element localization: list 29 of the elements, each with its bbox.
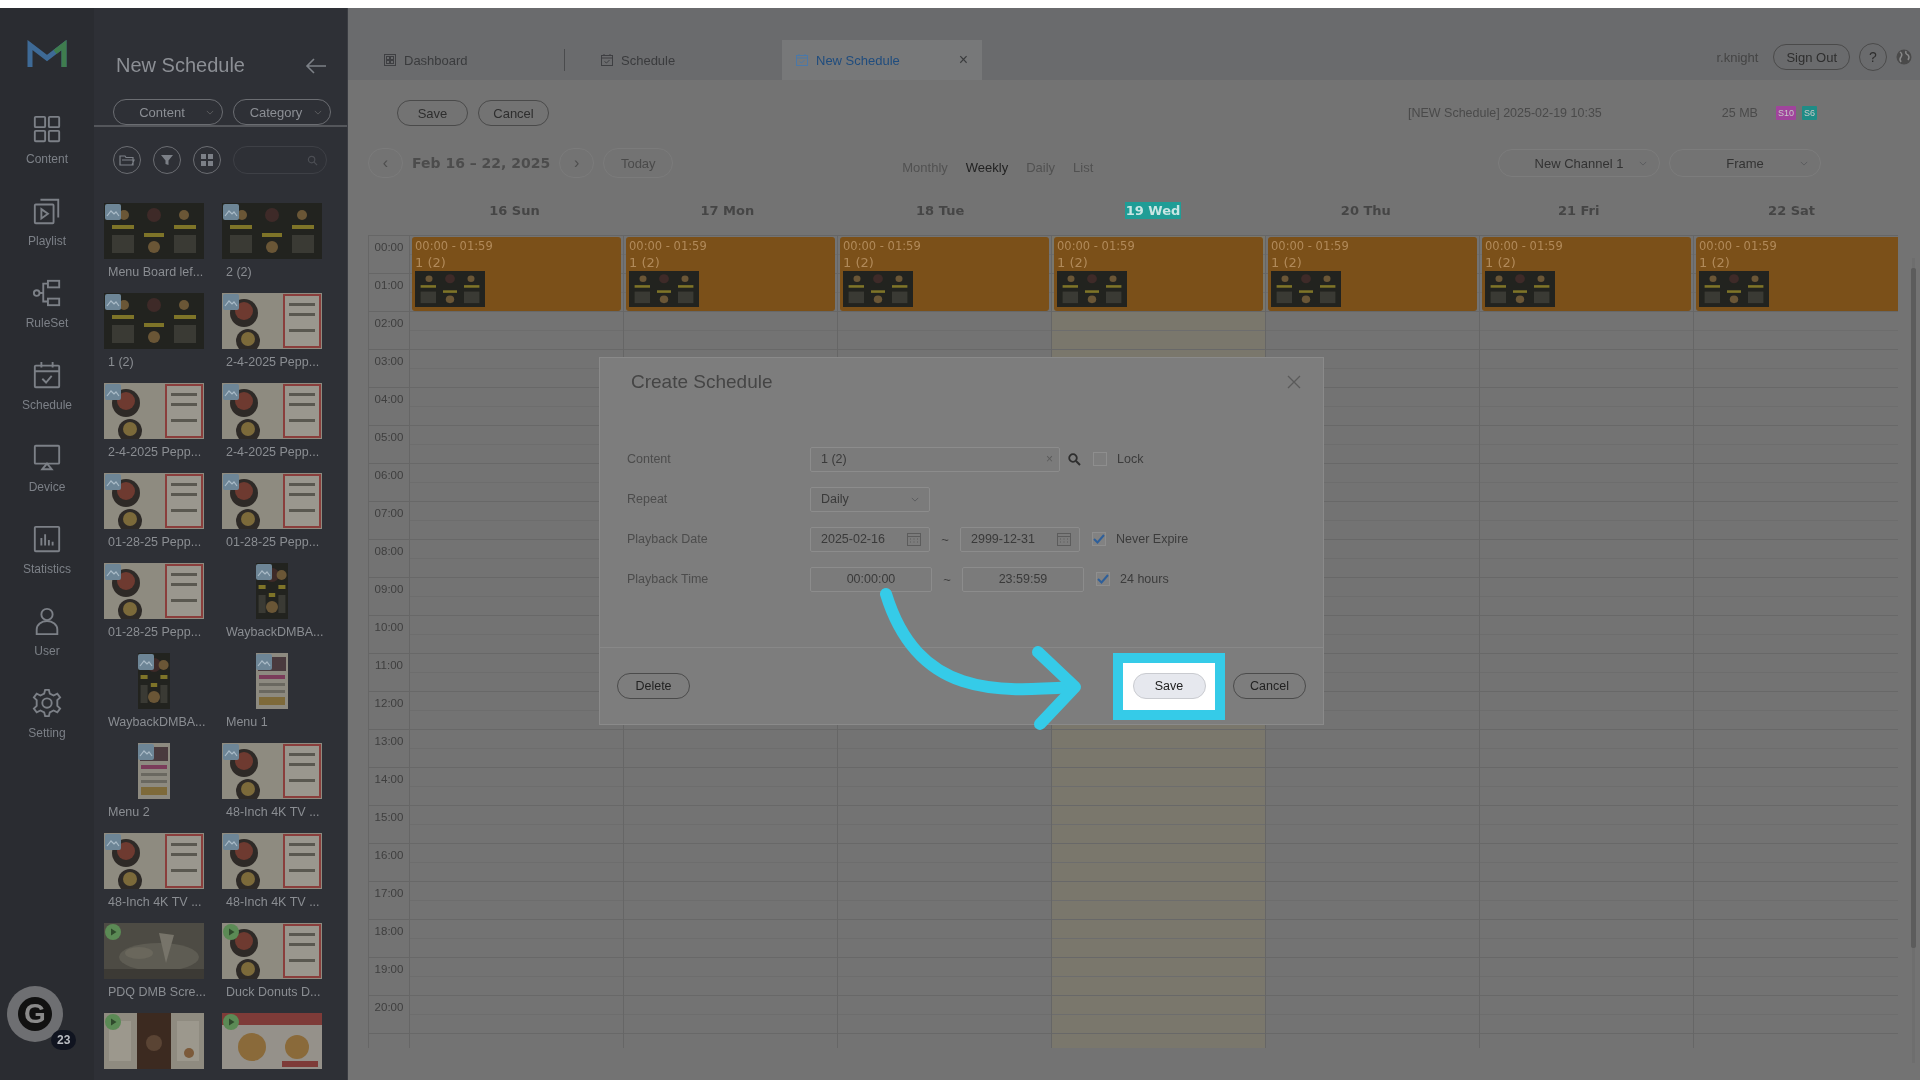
checkbox-label: 24 hours <box>1120 572 1169 586</box>
content-name: Menu Board lef... <box>107 265 204 279</box>
range-separator: ~ <box>940 531 950 547</box>
content-name: Menu 1 <box>225 715 269 729</box>
panel-title: New Schedule <box>116 54 245 77</box>
dialog-title: Create Schedule <box>631 371 773 393</box>
checkbox-label: Lock <box>1117 452 1144 466</box>
content-name: 2-4-2025 Pepp... <box>225 445 321 459</box>
content-name: 2-4-2025 Pepp... <box>225 355 321 369</box>
range-separator: ~ <box>942 571 952 587</box>
content-name: Duck Donuts D... <box>225 985 322 999</box>
tag: S10 <box>1775 106 1796 120</box>
content-name: 2 (2) <box>225 265 253 279</box>
tag: S6 <box>1802 106 1817 120</box>
content-name: 01-28-25 Pepp... <box>225 535 321 549</box>
content-name: 2-4-2025 Pepp... <box>107 445 203 459</box>
content-name: 48-Inch 4K TV ... <box>225 805 321 819</box>
content-name: 48-Inch 4K TV ... <box>225 895 321 909</box>
content-name: 01-28-25 Pepp... <box>107 535 203 549</box>
content-name: WaybackDMBA... <box>107 715 204 729</box>
day-header: 19 Wed <box>1124 202 1182 219</box>
count-badge: 23 <box>51 1030 77 1050</box>
content-name: WaybackDMBA... <box>225 625 322 639</box>
content-name: 1 (2) <box>107 355 135 369</box>
content-name: 48-Inch 4K TV ... <box>107 895 203 909</box>
checkbox-label: Never Expire <box>1116 532 1189 546</box>
content-name: 01-28-25 Pepp... <box>107 625 203 639</box>
content-name: Menu 2 <box>107 805 151 819</box>
content-name: PDQ DMB Scre... <box>107 985 204 999</box>
